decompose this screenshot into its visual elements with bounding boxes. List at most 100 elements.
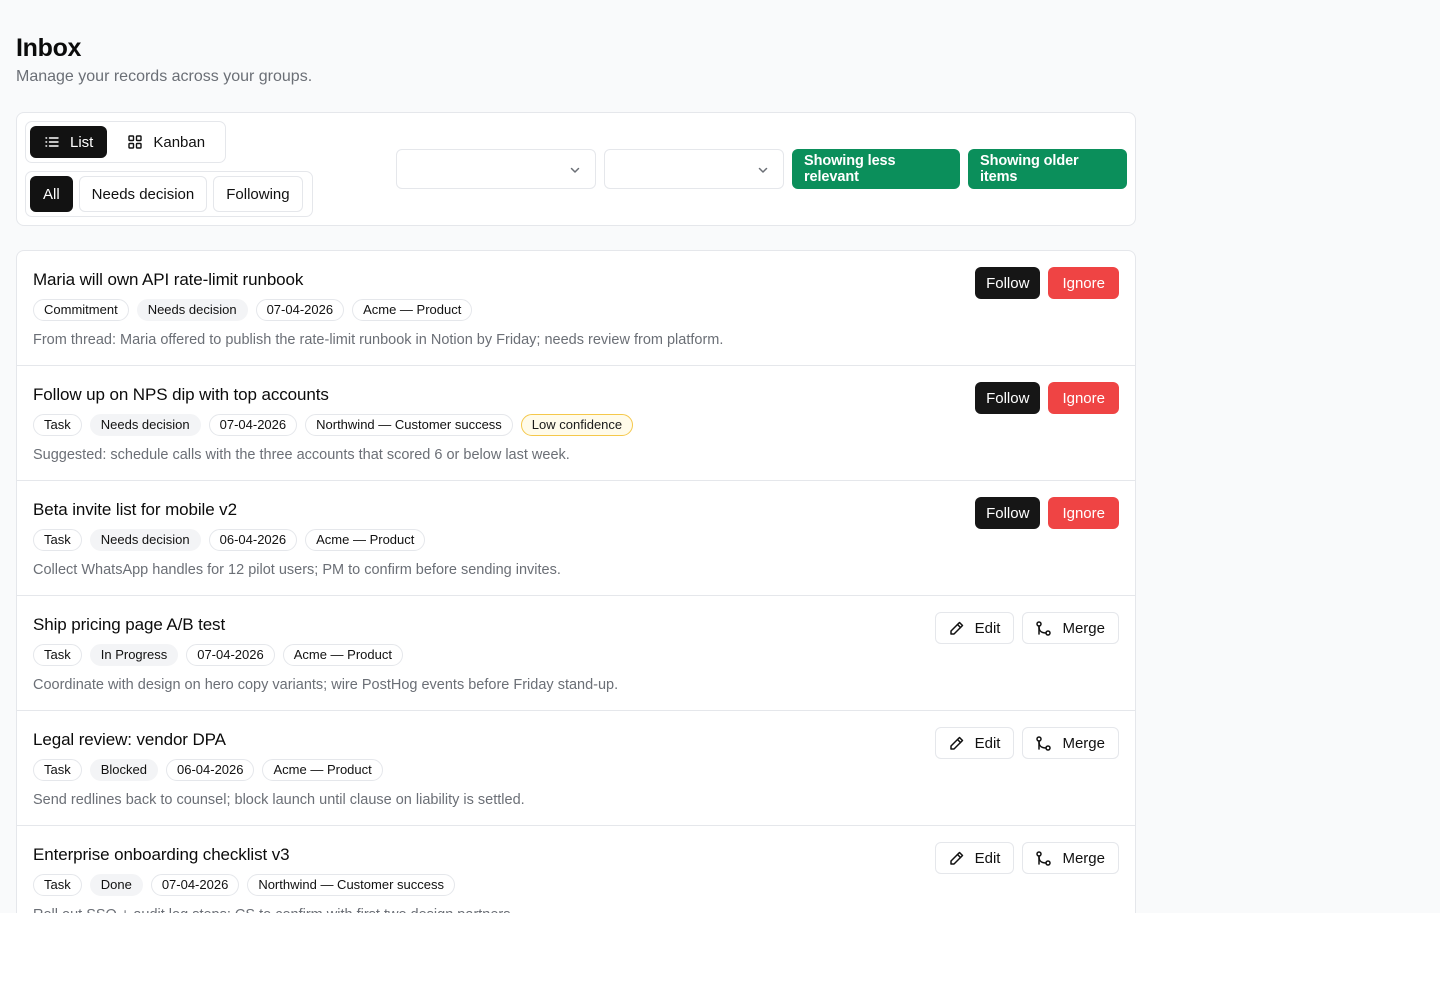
merge-label: Merge bbox=[1062, 734, 1105, 752]
relevance-toggle-button[interactable]: Showing less relevant bbox=[792, 149, 960, 189]
record-actions: Follow Ignore bbox=[975, 382, 1119, 414]
record-title: Beta invite list for mobile v2 bbox=[33, 500, 237, 519]
merge-icon bbox=[1035, 735, 1052, 752]
ignore-button[interactable]: Ignore bbox=[1048, 497, 1119, 529]
status-badge: Done bbox=[89, 874, 143, 896]
record-actions: Follow Ignore bbox=[975, 267, 1119, 299]
filter-select-1[interactable] bbox=[396, 149, 596, 189]
merge-button[interactable]: Merge bbox=[1022, 612, 1119, 644]
ignore-button[interactable]: Ignore bbox=[1048, 267, 1119, 299]
record-tags: Commitment Needs decision 07-04-2026 Acm… bbox=[33, 299, 473, 321]
record-title: Ship pricing page A/B test bbox=[33, 615, 226, 634]
view-kanban-button[interactable]: Kanban bbox=[113, 126, 220, 158]
record-description: Coordinate with design on hero copy vari… bbox=[33, 677, 619, 693]
page-subtitle: Manage your records across your groups. bbox=[16, 68, 313, 85]
date-badge: 06-04-2026 bbox=[208, 529, 298, 551]
edit-label: Edit bbox=[974, 734, 1001, 752]
record-tags: Task Needs decision 07-04-2026 Northwind… bbox=[33, 414, 634, 436]
merge-icon bbox=[1035, 620, 1052, 637]
filter-needs-decision[interactable]: Needs decision bbox=[78, 176, 208, 212]
edit-label: Edit bbox=[974, 619, 1001, 637]
age-toggle-button[interactable]: Showing older items bbox=[968, 149, 1127, 189]
type-badge: Task bbox=[33, 414, 82, 436]
date-badge: 07-04-2026 bbox=[150, 874, 240, 896]
record-tags: Task Done 07-04-2026 Northwind — Custome… bbox=[33, 874, 455, 896]
record-description: Suggested: schedule calls with the three… bbox=[33, 447, 570, 463]
status-badge: Needs decision bbox=[89, 529, 201, 551]
ignore-button[interactable]: Ignore bbox=[1048, 382, 1119, 414]
list-item: Follow up on NPS dip with top accounts T… bbox=[17, 366, 1135, 481]
merge-icon bbox=[1035, 850, 1052, 867]
merge-button[interactable]: Merge bbox=[1022, 727, 1119, 759]
type-badge: Commitment bbox=[33, 299, 129, 321]
list-item: Beta invite list for mobile v2 Task Need… bbox=[17, 481, 1135, 596]
record-description: Send redlines back to counsel; block lau… bbox=[33, 792, 525, 808]
chevron-down-icon bbox=[569, 163, 581, 181]
record-description: Collect WhatsApp handles for 12 pilot us… bbox=[33, 562, 561, 578]
pencil-icon bbox=[948, 620, 965, 637]
list-item: Enterprise onboarding checklist v3 Task … bbox=[17, 826, 1135, 913]
status-badge: Needs decision bbox=[136, 299, 248, 321]
view-list-button[interactable]: List bbox=[30, 126, 108, 158]
status-badge: Needs decision bbox=[89, 414, 201, 436]
record-tags: Task Blocked 06-04-2026 Acme — Product bbox=[33, 759, 383, 781]
record-title: Enterprise onboarding checklist v3 bbox=[33, 845, 290, 864]
date-badge: 06-04-2026 bbox=[165, 759, 255, 781]
filter-select-2[interactable] bbox=[604, 149, 784, 189]
filter-all[interactable]: All bbox=[30, 176, 73, 212]
edit-button[interactable]: Edit bbox=[934, 612, 1015, 644]
record-actions: Edit Merge bbox=[934, 612, 1119, 644]
view-toggle: List Kanban bbox=[25, 121, 226, 163]
merge-button[interactable]: Merge bbox=[1022, 842, 1119, 874]
record-title: Legal review: vendor DPA bbox=[33, 730, 226, 749]
status-badge: Blocked bbox=[89, 759, 158, 781]
record-description: From thread: Maria offered to publish th… bbox=[33, 332, 724, 348]
type-badge: Task bbox=[33, 874, 82, 896]
group-badge: Acme — Product bbox=[262, 759, 383, 781]
group-badge: Northwind — Customer success bbox=[247, 874, 455, 896]
type-badge: Task bbox=[33, 644, 82, 666]
page-title: Inbox bbox=[16, 34, 82, 62]
edit-button[interactable]: Edit bbox=[934, 727, 1015, 759]
date-badge: 07-04-2026 bbox=[255, 299, 345, 321]
status-badge: In Progress bbox=[89, 644, 179, 666]
group-badge: Northwind — Customer success bbox=[305, 414, 513, 436]
filter-following[interactable]: Following bbox=[213, 176, 303, 212]
record-actions: Edit Merge bbox=[934, 727, 1119, 759]
type-badge: Task bbox=[33, 759, 82, 781]
low-confidence-badge: Low confidence bbox=[520, 414, 634, 436]
chevron-down-icon bbox=[757, 163, 769, 181]
merge-label: Merge bbox=[1062, 849, 1105, 867]
edit-button[interactable]: Edit bbox=[934, 842, 1015, 874]
list-icon bbox=[44, 134, 60, 150]
view-list-label: List bbox=[70, 133, 94, 151]
group-badge: Acme — Product bbox=[352, 299, 473, 321]
view-kanban-label: Kanban bbox=[153, 133, 206, 151]
type-badge: Task bbox=[33, 529, 82, 551]
group-badge: Acme — Product bbox=[305, 529, 426, 551]
date-badge: 07-04-2026 bbox=[208, 414, 298, 436]
inbox-page: Inbox Manage your records across your gr… bbox=[0, 0, 1440, 913]
grid-icon bbox=[127, 134, 143, 150]
follow-button[interactable]: Follow bbox=[975, 497, 1041, 529]
list-item: Maria will own API rate-limit runbook Co… bbox=[17, 251, 1135, 366]
record-title: Follow up on NPS dip with top accounts bbox=[33, 385, 329, 404]
record-tags: Task In Progress 07-04-2026 Acme — Produ… bbox=[33, 644, 403, 666]
follow-button[interactable]: Follow bbox=[975, 267, 1041, 299]
pencil-icon bbox=[948, 850, 965, 867]
group-badge: Acme — Product bbox=[282, 644, 403, 666]
record-title: Maria will own API rate-limit runbook bbox=[33, 270, 304, 289]
record-actions: Follow Ignore bbox=[975, 497, 1119, 529]
follow-button[interactable]: Follow bbox=[975, 382, 1041, 414]
date-badge: 07-04-2026 bbox=[186, 644, 275, 666]
pencil-icon bbox=[948, 735, 965, 752]
list-item: Legal review: vendor DPA Task Blocked 06… bbox=[17, 711, 1135, 826]
toolbar: List Kanban All Needs decision Following bbox=[16, 112, 1136, 226]
record-description: Roll out SSO + audit log steps; CS to co… bbox=[33, 905, 515, 913]
record-tags: Task Needs decision 06-04-2026 Acme — Pr… bbox=[33, 529, 426, 551]
page-header: Inbox Manage your records across your gr… bbox=[16, 32, 312, 88]
edit-label: Edit bbox=[974, 849, 1001, 867]
merge-label: Merge bbox=[1062, 619, 1105, 637]
record-list: Maria will own API rate-limit runbook Co… bbox=[16, 250, 1136, 913]
filter-tabs: All Needs decision Following bbox=[25, 171, 313, 217]
